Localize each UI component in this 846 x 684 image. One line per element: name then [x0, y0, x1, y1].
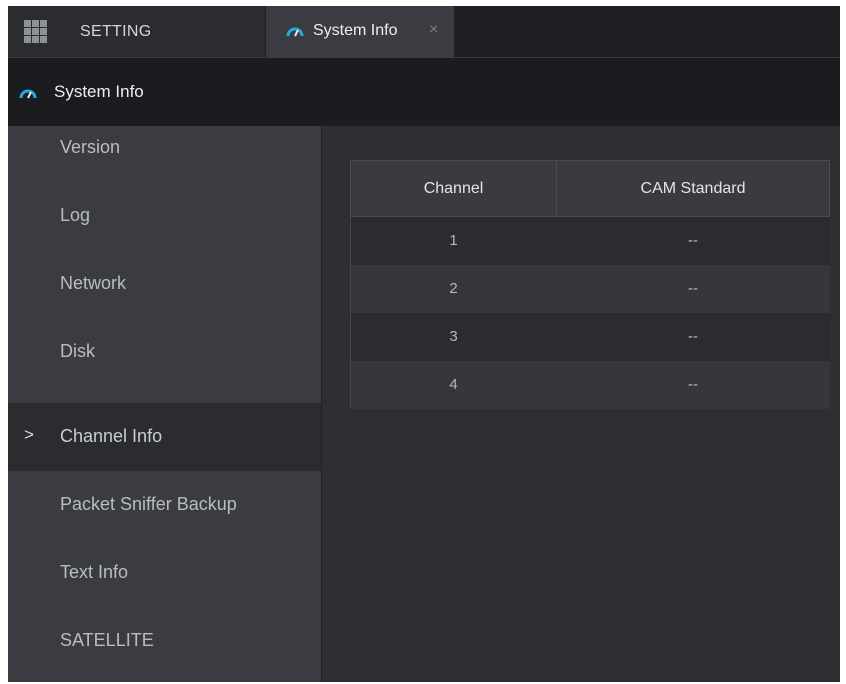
table-row[interactable]: 1 --	[350, 217, 830, 265]
table-row[interactable]: 4 --	[350, 361, 830, 409]
tab-bar: SETTING System Info ×	[8, 6, 840, 57]
page-title: System Info	[54, 82, 144, 101]
gauge-icon	[286, 27, 304, 37]
main-panel: Channel CAM Standard 1 -- 2 -- 3 -- 4 --	[322, 126, 840, 682]
gauge-icon	[19, 89, 37, 99]
grid-icon[interactable]	[24, 20, 47, 43]
sidebar-item-packet-sniffer-backup[interactable]: Packet Sniffer Backup	[8, 471, 321, 539]
sidebar-item-channel-info[interactable]: > Channel Info	[8, 403, 321, 471]
cell-channel: 3	[449, 328, 458, 345]
sidebar-item-label: Channel Info	[60, 426, 163, 446]
tab-setting[interactable]: SETTING	[8, 6, 265, 57]
sidebar-item-network[interactable]: Network	[8, 262, 321, 330]
sidebar-item-label: Disk	[60, 341, 95, 361]
cell-channel: 1	[449, 232, 458, 249]
app-window: SETTING System Info × System Info Versio…	[8, 6, 840, 682]
sidebar-item-label: SATELLITE	[60, 630, 154, 650]
chevron-right-icon: >	[24, 425, 34, 444]
cell-cam-standard: --	[688, 376, 698, 393]
page-header: System Info	[8, 57, 840, 126]
close-icon[interactable]: ×	[429, 21, 438, 39]
sidebar-item-version[interactable]: Version	[8, 126, 321, 194]
cell-cam-standard: --	[688, 280, 698, 297]
sidebar-item-satellite[interactable]: SATELLITE	[8, 607, 321, 675]
tab-system-info[interactable]: System Info ×	[266, 6, 454, 57]
table-row[interactable]: 3 --	[350, 313, 830, 361]
cell-channel: 2	[449, 280, 458, 297]
sidebar: Version Log Network Disk > Channel Info …	[8, 126, 322, 682]
sidebar-item-label: Network	[60, 273, 127, 293]
sidebar-item-disk[interactable]: Disk	[8, 330, 321, 398]
sidebar-item-label: Text Info	[60, 562, 129, 582]
cell-channel: 4	[449, 376, 458, 393]
column-header-cam-standard: CAM Standard	[640, 180, 746, 197]
channel-info-table: Channel CAM Standard 1 -- 2 -- 3 -- 4 --	[350, 160, 830, 409]
table-row[interactable]: 2 --	[350, 265, 830, 313]
column-header-channel: Channel	[351, 161, 557, 216]
sidebar-item-label: Packet Sniffer Backup	[60, 494, 237, 514]
cell-cam-standard: --	[688, 328, 698, 345]
tab-system-info-label: System Info	[313, 22, 398, 39]
cell-cam-standard: --	[688, 232, 698, 249]
tab-setting-label: SETTING	[80, 23, 152, 40]
sidebar-item-log[interactable]: Log	[8, 194, 321, 262]
sidebar-item-text-info[interactable]: Text Info	[8, 539, 321, 607]
sidebar-item-label: Version	[60, 137, 121, 157]
sidebar-item-label: Log	[60, 205, 91, 225]
table-header: Channel CAM Standard	[350, 160, 830, 217]
